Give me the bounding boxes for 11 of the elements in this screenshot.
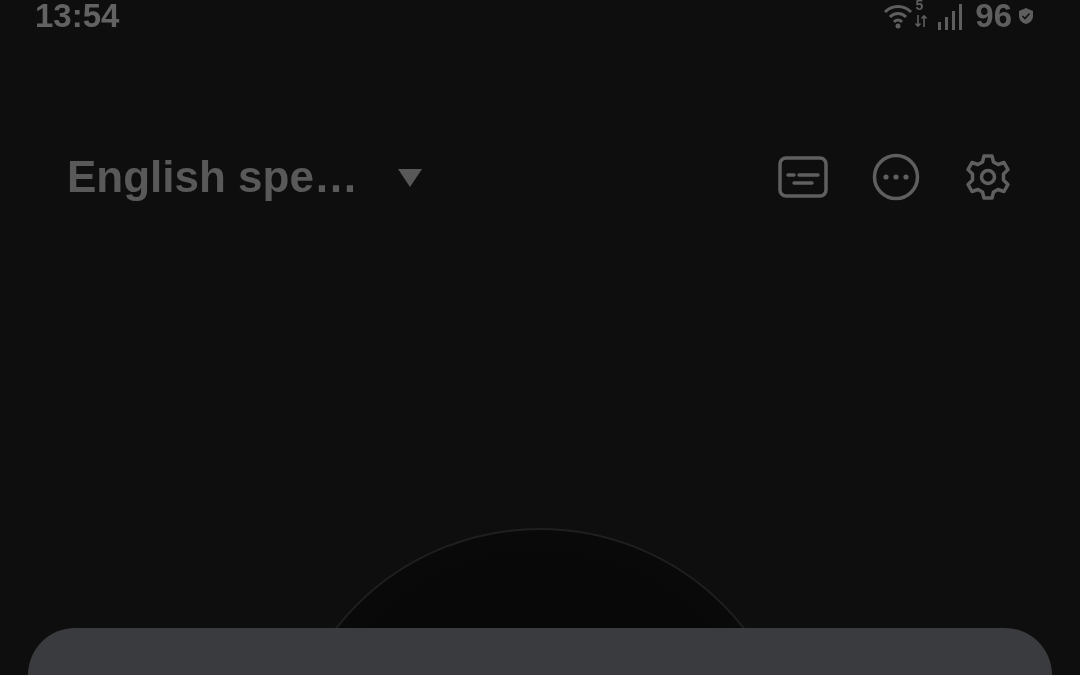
- status-time: 13:54: [35, 0, 120, 35]
- shield-icon: [1018, 7, 1034, 25]
- dropdown-caret-icon: [397, 169, 422, 187]
- more-options-icon[interactable]: [872, 153, 920, 201]
- settings-icon[interactable]: [964, 153, 1012, 201]
- language-dropdown[interactable]: English spe…: [67, 152, 422, 202]
- wifi-icon: [883, 3, 914, 29]
- subtitles-icon[interactable]: [778, 156, 828, 198]
- data-arrows-icon: [915, 14, 928, 28]
- network-type-label: 5: [915, 0, 924, 13]
- battery-level: 96: [975, 0, 1012, 35]
